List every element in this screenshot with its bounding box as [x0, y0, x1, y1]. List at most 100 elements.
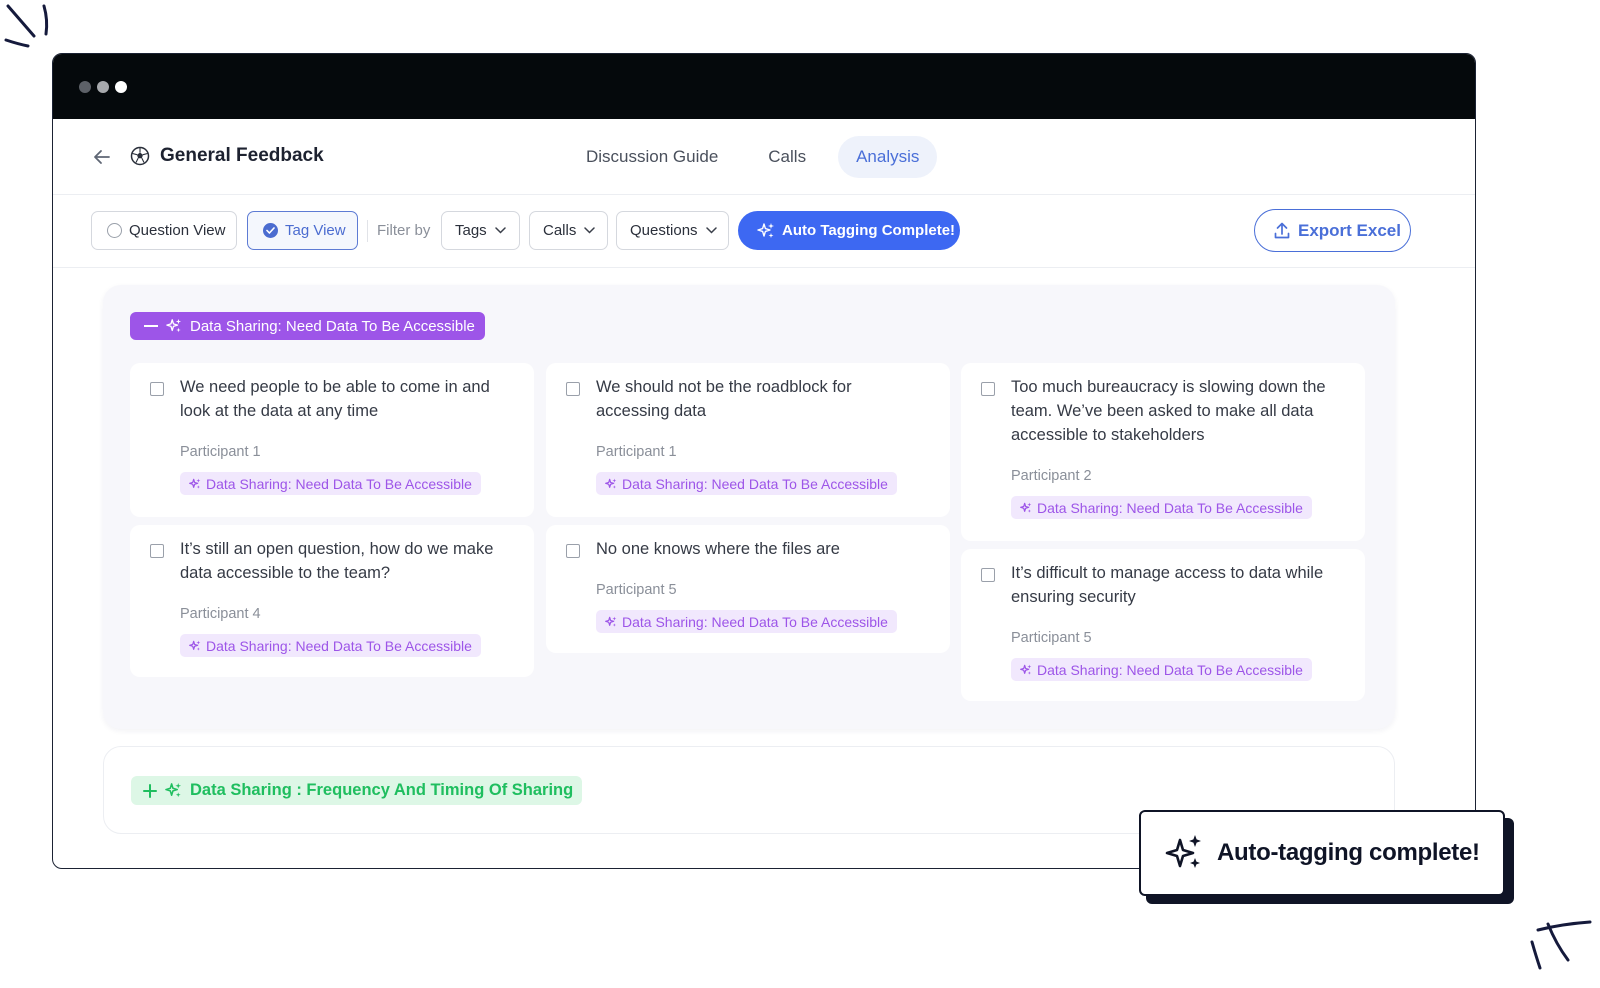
tag-pill-label: Data Sharing: Need Data To Be Accessible — [1037, 499, 1303, 516]
tag-pill-label: Data Sharing: Need Data To Be Accessible — [622, 475, 888, 492]
sparkle-icon — [166, 318, 182, 333]
window-titlebar — [53, 54, 1475, 119]
auto-tagging-label: Auto Tagging Complete! — [782, 222, 956, 239]
tab-calls[interactable]: Calls — [750, 136, 824, 178]
tag-pill[interactable]: Data Sharing: Need Data To Be Accessible — [596, 472, 897, 495]
select-checkbox[interactable] — [150, 382, 164, 396]
quote-line: data accessible to the team? — [180, 564, 391, 582]
sparkle-icon — [189, 478, 201, 489]
soccer-ball-icon — [130, 146, 150, 166]
doodle-decoration — [1530, 920, 1592, 970]
toolbar: Question View Tag View Filter by Tags Ca… — [53, 195, 1475, 268]
quote-card[interactable]: Too much bureaucracy is slowing down the… — [961, 363, 1365, 541]
quote-text: We should not be the roadblock for acces… — [596, 375, 852, 423]
back-arrow-icon[interactable] — [91, 146, 113, 168]
tags-filter-dropdown[interactable]: Tags — [441, 211, 520, 250]
questions-filter-label: Questions — [630, 222, 698, 239]
sparkle-icon — [189, 640, 201, 651]
select-checkbox[interactable] — [566, 382, 580, 396]
question-view-toggle[interactable]: Question View — [91, 211, 237, 250]
window-control-dot[interactable] — [97, 80, 109, 93]
quote-line: It’s difficult to manage access to data … — [1011, 564, 1324, 582]
question-view-label: Question View — [129, 222, 226, 239]
quote-card[interactable]: We need people to be able to come in and… — [130, 363, 534, 517]
quote-line: No one knows where the files are — [596, 540, 840, 558]
page-title: General Feedback — [160, 145, 324, 166]
tag-pill-label: Data Sharing: Need Data To Be Accessible — [206, 637, 472, 654]
radio-icon — [107, 223, 122, 238]
quote-card[interactable]: No one knows where the files are Partici… — [546, 525, 950, 653]
tab-analysis[interactable]: Analysis — [838, 136, 938, 178]
tag-pill[interactable]: Data Sharing: Need Data To Be Accessible — [596, 610, 897, 633]
filter-by-label: Filter by — [377, 222, 431, 239]
participant-label: Participant 5 — [596, 582, 677, 598]
sparkle-icon — [1020, 502, 1032, 513]
minus-icon — [144, 325, 158, 327]
participant-label: Participant 1 — [180, 444, 261, 460]
participant-label: Participant 2 — [1011, 468, 1092, 484]
tag-pill-label: Data Sharing: Need Data To Be Accessible — [1037, 661, 1303, 678]
plus-icon — [143, 783, 157, 798]
sparkle-icon — [757, 222, 774, 238]
participant-label: Participant 4 — [180, 606, 261, 622]
tag-pill[interactable]: Data Sharing: Need Data To Be Accessible — [1011, 658, 1312, 681]
quote-card[interactable]: It’s still an open question, how do we m… — [130, 525, 534, 677]
export-excel-label: Export Excel — [1298, 220, 1401, 240]
quote-line: team. We’ve been asked to make all data — [1011, 402, 1314, 420]
export-excel-button[interactable]: Export Excel — [1254, 209, 1411, 252]
tag-group-label: Data Sharing : Frequency And Timing Of S… — [190, 781, 574, 799]
tab-bar: Discussion Guide Calls Analysis — [568, 136, 938, 178]
upload-icon — [1274, 222, 1290, 239]
quote-line: We need people to be able to come in and — [180, 378, 490, 396]
select-checkbox[interactable] — [566, 544, 580, 558]
quote-text: No one knows where the files are — [596, 537, 840, 561]
sparkle-icon — [605, 478, 617, 489]
participant-label: Participant 1 — [596, 444, 677, 460]
tag-pill-label: Data Sharing: Need Data To Be Accessible — [206, 475, 472, 492]
tag-group-header[interactable]: Data Sharing : Frequency And Timing Of S… — [131, 776, 583, 805]
doodle-decoration — [4, 4, 49, 48]
tag-pill[interactable]: Data Sharing: Need Data To Be Accessible — [180, 472, 481, 495]
quote-card[interactable]: It’s difficult to manage access to data … — [961, 549, 1365, 701]
quote-card[interactable]: We should not be the roadblock for acces… — [546, 363, 950, 517]
sparkle-icon — [165, 782, 182, 798]
tag-group: Data Sharing: Need Data To Be Accessible… — [103, 285, 1395, 729]
select-checkbox[interactable] — [981, 568, 995, 582]
quote-line: accessing data — [596, 402, 707, 420]
chevron-down-icon — [584, 227, 596, 234]
questions-filter-dropdown[interactable]: Questions — [616, 211, 729, 250]
divider — [367, 220, 368, 242]
participant-label: Participant 5 — [1011, 630, 1092, 646]
quote-line: It’s still an open question, how do we m… — [180, 540, 494, 558]
quote-text: It’s difficult to manage access to data … — [1011, 561, 1323, 609]
tags-filter-label: Tags — [455, 222, 487, 239]
tag-view-label: Tag View — [285, 222, 346, 239]
quote-line: ensuring security — [1011, 588, 1136, 606]
tag-group-header[interactable]: Data Sharing: Need Data To Be Accessible — [130, 312, 485, 340]
window-control-dot[interactable] — [115, 80, 127, 93]
auto-tagging-toast: Auto-tagging complete! — [1139, 810, 1505, 896]
window-control-dot[interactable] — [79, 80, 91, 93]
chevron-down-icon — [494, 227, 506, 234]
quote-line: look at the data at any time — [180, 402, 379, 420]
app-window: General Feedback Discussion Guide Calls … — [52, 53, 1476, 869]
sparkle-icon — [1020, 664, 1032, 675]
select-checkbox[interactable] — [981, 382, 995, 396]
auto-tagging-button[interactable]: Auto Tagging Complete! — [738, 211, 960, 250]
quote-text: It’s still an open question, how do we m… — [180, 537, 493, 585]
sparkle-icon — [605, 616, 617, 627]
tab-discussion-guide[interactable]: Discussion Guide — [568, 136, 736, 178]
tag-pill[interactable]: Data Sharing: Need Data To Be Accessible — [180, 634, 481, 657]
tag-pill[interactable]: Data Sharing: Need Data To Be Accessible — [1011, 496, 1312, 519]
page-header: General Feedback Discussion Guide Calls … — [53, 119, 1475, 195]
calls-filter-label: Calls — [543, 222, 577, 239]
select-checkbox[interactable] — [150, 544, 164, 558]
quote-line: We should not be the roadblock for — [596, 378, 852, 396]
chevron-down-icon — [705, 227, 717, 234]
calls-filter-dropdown[interactable]: Calls — [529, 211, 608, 250]
tag-pill-label: Data Sharing: Need Data To Be Accessible — [622, 613, 888, 630]
toast-message: Auto-tagging complete! — [1217, 839, 1480, 866]
tag-group-label: Data Sharing: Need Data To Be Accessible — [190, 317, 475, 335]
tag-view-toggle[interactable]: Tag View — [247, 211, 358, 250]
check-circle-icon — [263, 223, 278, 238]
